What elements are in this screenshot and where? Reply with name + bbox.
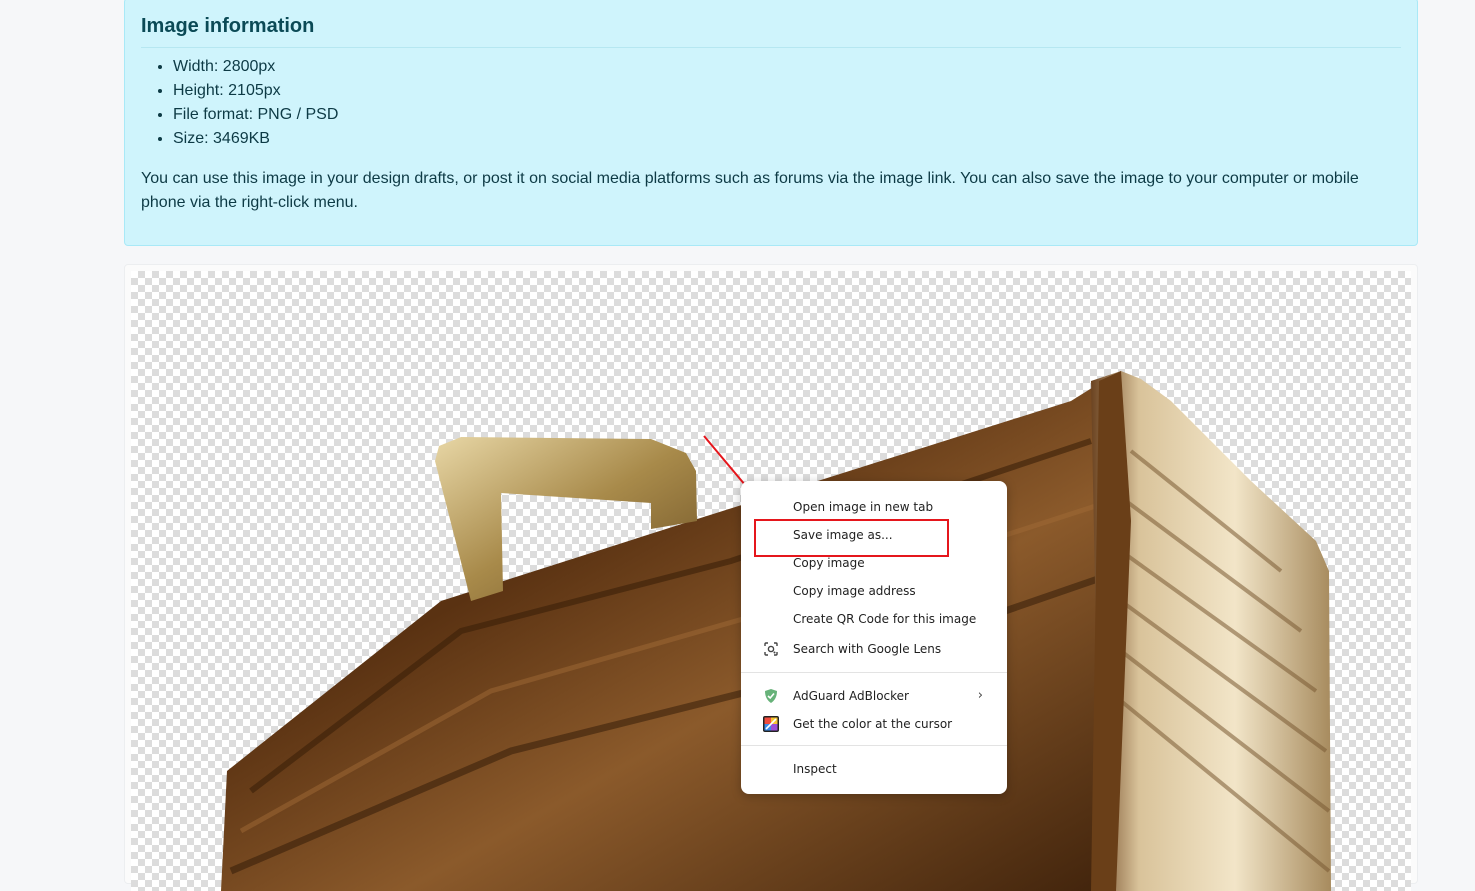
menu-item-create-qr-code[interactable]: Create QR Code for this image	[741, 606, 1007, 632]
color-picker-icon	[763, 716, 779, 732]
info-title: Image information	[141, 15, 315, 37]
menu-item-inspect[interactable]: Inspect	[741, 756, 1007, 782]
adguard-shield-icon	[763, 688, 779, 704]
detail-size: Size: 3469KB	[173, 127, 338, 151]
menu-item-search-google-lens[interactable]: Search with Google Lens	[741, 636, 1007, 662]
detail-width: Width: 2800px	[173, 55, 338, 79]
menu-item-get-color-at-cursor[interactable]: Get the color at the cursor	[741, 711, 1007, 737]
menu-separator	[741, 745, 1007, 746]
detail-height: Height: 2105px	[173, 79, 338, 103]
google-lens-icon	[763, 641, 779, 657]
info-description: You can use this image in your design dr…	[141, 170, 1359, 211]
image-info-panel: Image information Width: 2800px Height: …	[124, 0, 1418, 246]
chevron-right-icon: ›	[977, 688, 983, 703]
menu-separator	[741, 672, 1007, 673]
menu-item-copy-image-address[interactable]: Copy image address	[741, 578, 1007, 604]
save-image-highlight-box	[754, 519, 949, 557]
menu-item-open-image-new-tab[interactable]: Open image in new tab	[741, 494, 1007, 520]
info-details-list: Width: 2800px Height: 2105px File format…	[141, 55, 338, 151]
detail-format: File format: PNG / PSD	[173, 103, 338, 127]
info-divider	[141, 47, 1401, 48]
menu-item-adguard-adblocker[interactable]: AdGuard AdBlocker ›	[741, 683, 1007, 709]
